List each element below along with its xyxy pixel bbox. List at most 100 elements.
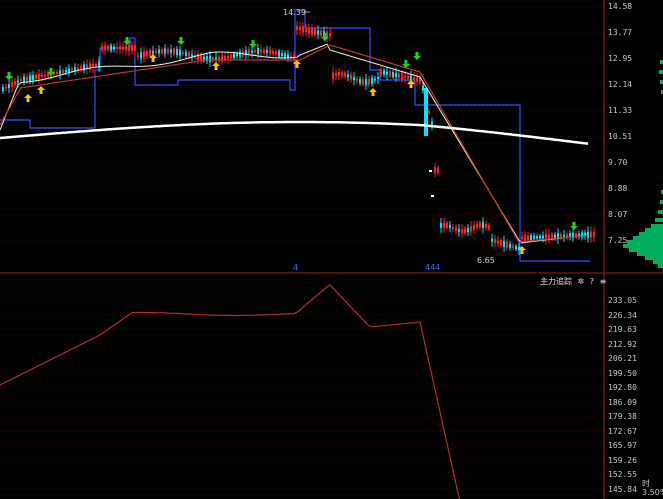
menu-icon[interactable]: ≡ [600, 277, 607, 286]
percent-label: 3.50% [642, 488, 663, 497]
candle-body [281, 53, 283, 57]
candle-body [497, 240, 499, 244]
candle-body [473, 224, 475, 230]
candle-body [14, 81, 16, 85]
candle-body [449, 224, 451, 228]
candle-body [200, 54, 202, 61]
sell-arrow-icon [570, 222, 578, 230]
candle-body [464, 228, 466, 234]
volume-bar [639, 232, 663, 236]
candle-body [389, 71, 391, 77]
candle-body [482, 222, 484, 229]
candle-body [491, 238, 493, 242]
candle-body [563, 234, 565, 237]
price-tick: 12.95 [608, 54, 632, 63]
settings-gear-icon[interactable]: ✲ [578, 277, 585, 286]
candle-body [350, 74, 352, 80]
candle-body [392, 71, 394, 77]
candle-body [230, 54, 232, 59]
marker-label-1: 4 [293, 263, 298, 272]
candle-body [527, 235, 529, 241]
candle-body [125, 45, 127, 51]
candle-body [209, 55, 211, 62]
candle-body [413, 77, 415, 81]
candle-body [317, 30, 319, 35]
candle-body [512, 245, 514, 248]
low-price-annotation: 6.65 [477, 256, 495, 265]
candle-body [59, 70, 61, 75]
candle-body [431, 195, 434, 197]
candle-body [17, 80, 19, 83]
indicator-tick: 152.55 [608, 470, 637, 479]
candle-body [410, 75, 412, 81]
main-force-tracking-line [0, 284, 460, 499]
candle-body [302, 26, 304, 33]
price-tick: 14.58 [608, 2, 632, 11]
candle-body [581, 232, 583, 238]
candle-body [359, 79, 361, 84]
indicator-tick: 219.63 [608, 325, 637, 334]
candle-body [332, 72, 334, 79]
buy-arrow-icon [24, 94, 32, 102]
candle-body [107, 46, 109, 50]
step-line-path [0, 9, 590, 262]
candle-body [20, 79, 22, 81]
candle-body [29, 75, 31, 82]
indicator-axis: 233.05 226.34 219.63 212.92 206.21 199.5… [608, 296, 637, 494]
price-tick: 8.07 [608, 210, 627, 219]
candle-body [371, 77, 373, 84]
candle-body [122, 46, 124, 50]
volume-bar [623, 244, 663, 248]
candle-body [35, 75, 37, 79]
volume-bar [655, 218, 663, 222]
candle-body [8, 84, 10, 88]
candle-body [524, 234, 526, 241]
candle-body [80, 66, 82, 70]
sell-arrow-icon [249, 40, 257, 48]
volume-bar [659, 70, 663, 74]
price-tick: 10.51 [608, 132, 632, 141]
candle-body [137, 55, 139, 58]
candle-body [503, 240, 505, 247]
indicator-tick: 206.21 [608, 354, 637, 363]
candle-body [143, 51, 145, 58]
step-line [0, 9, 590, 262]
candle-body [485, 223, 487, 228]
candle-body [515, 246, 517, 249]
volume-bar [658, 210, 663, 214]
candle-body [395, 73, 397, 77]
candle-body [278, 50, 280, 57]
candle-body [437, 167, 439, 173]
indicator-title[interactable]: 主力追踪 [540, 277, 572, 286]
candle-body [296, 26, 298, 31]
candle-body [275, 51, 277, 55]
candle-body [452, 226, 454, 229]
indicator-tick: 226.34 [608, 311, 637, 320]
candle-body [149, 50, 151, 57]
candle-body [335, 73, 337, 77]
candle-body [404, 75, 406, 78]
candle-body [386, 71, 388, 75]
candle-body [500, 240, 502, 246]
candle-body [167, 49, 169, 54]
candle-body [311, 28, 313, 35]
candle-body [266, 49, 268, 53]
volume-bar [629, 248, 663, 252]
candle-body [251, 50, 253, 53]
candle-body [446, 222, 448, 228]
candle-body [347, 74, 349, 78]
indicator-tick: 199.50 [608, 369, 637, 378]
candle-body [5, 86, 7, 89]
corner-info: 时 3.50% [642, 479, 663, 497]
help-icon[interactable]: ? [590, 277, 594, 286]
candle-body [23, 76, 25, 83]
candle-body [176, 49, 178, 56]
candle-body [95, 64, 97, 66]
candle-body [257, 48, 259, 55]
candle-body [434, 167, 436, 173]
candle-body [155, 50, 157, 53]
candle-body [509, 243, 511, 248]
indicator-tick: 159.26 [608, 456, 637, 465]
candle-body [263, 49, 265, 54]
high-price-annotation: 14.39 [283, 8, 306, 17]
